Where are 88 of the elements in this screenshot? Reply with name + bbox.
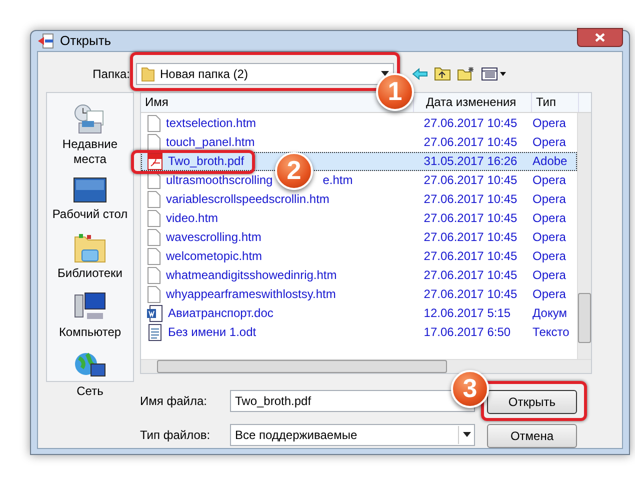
vertical-scrollbar[interactable] [577,112,591,358]
window-title: Открыть [60,32,112,50]
modified-date: 27.06.2017 10:45 [422,248,518,265]
document-icon [147,134,161,150]
column-header[interactable]: Имя [145,93,168,111]
text-document-icon [147,324,163,340]
file-type: Adobe [532,153,568,170]
file-type: Opera [532,191,567,208]
file-type-dropdown[interactable]: Все поддерживаемые [230,424,475,446]
file-name: variablescrollspeedscrollin.htm [166,191,330,208]
modified-date: 27.06.2017 10:45 [422,286,518,303]
file-row[interactable]: textselection.htm 27.06.2017 10:45 Opera [141,114,577,132]
document-icon [147,210,161,226]
file-name: e.htm [322,172,353,189]
place-item[interactable]: Сеть [76,384,104,398]
open-button[interactable]: Открыть [487,390,577,414]
file-name: touch_panel.htm [166,134,255,151]
file-row[interactable]: whyappearframeswithlostsy.htm 27.06.2017 10:45 Opera [141,284,577,304]
desktop-icon [72,176,107,204]
modified-date: 27.06.2017 10:45 [422,229,518,246]
libraries-icon [72,232,107,264]
file-type: Тексто [532,324,570,341]
file-name-label: Имя файла: [140,392,208,410]
file-row[interactable]: Авиатранспорт.doc 12.06.2017 5:15 Докум [141,304,577,322]
horizontal-scrollbar[interactable] [141,358,591,372]
file-name: wavescrolling.htm [166,229,262,246]
file-row[interactable]: welcometopic.htm 27.06.2017 10:45 Opera [141,246,577,266]
file-type: Opera [532,286,567,303]
modified-date: 27.06.2017 10:45 [422,191,518,208]
file-type: Opera [532,229,567,246]
file-type: Opera [532,172,567,189]
file-name: welcometopic.htm [166,248,262,265]
modified-date: 27.06.2017 10:45 [422,115,518,132]
place-item[interactable]: Компьютер [58,324,122,340]
document-icon [147,228,161,246]
file-row[interactable]: wavescrolling.htm 27.06.2017 10:45 Opera [141,228,577,246]
view-menu-icon[interactable] [481,66,507,80]
place-item[interactable]: Рабочий стол [52,206,128,222]
file-type: Opera [532,115,567,132]
place-item[interactable]: Библиотеки [57,266,122,280]
file-name: whatmeandigitsshowedinrig.htm [166,267,337,284]
document-icon [147,190,161,208]
modified-date: 31.05.2017 16:26 [422,153,518,170]
document-icon [147,286,161,302]
file-name: video.htm [166,210,218,227]
file-name: Без имени 1.odt [168,324,256,341]
cancel-button[interactable]: Отмена [487,424,577,448]
column-header[interactable]: Дата изменения [426,93,516,111]
column-header[interactable]: Тип [536,93,556,111]
file-type: Opera [532,134,567,151]
document-icon [147,266,161,284]
document-icon [147,248,161,264]
file-name: ultrasmoothscrolling [166,172,273,189]
file-name: Two_broth.pdf [168,153,244,170]
file-row[interactable]: whatmeandigitsshowedinrig.htm 27.06.2017 10:45 Opera [141,266,577,284]
dropdown-arrow-icon [458,426,474,444]
up-folder-icon[interactable] [434,66,451,81]
modified-date: 27.06.2017 10:45 [422,172,518,189]
folder-label: Папка: [92,66,130,82]
modified-date: 27.06.2017 10:45 [422,134,518,151]
back-arrow-icon[interactable] [412,68,428,80]
file-row[interactable]: variablescrollspeedscrollin.htm 27.06.2017 10:45 Opera [141,190,577,208]
close-icon [595,33,605,42]
dropdown-arrow-icon [381,71,389,76]
step-number-badge: 2 [275,152,313,190]
file-type-label: Тип файлов: [140,426,212,444]
modified-date: 27.06.2017 10:45 [422,210,518,227]
file-type: Opera [532,267,567,284]
place-item[interactable]: Недавние места [48,136,132,166]
open-document-icon [37,32,55,49]
file-name: textselection.htm [166,115,256,132]
file-type: Opera [532,248,567,265]
file-type: Докум [532,305,568,322]
modified-date: 17.06.2017 6:50 [422,324,512,341]
close-button[interactable] [577,28,623,48]
modified-date: 12.06.2017 5:15 [422,305,512,322]
pdf-icon [147,152,163,170]
file-row[interactable]: video.htm 27.06.2017 10:45 Opera [141,208,577,228]
modified-date: 27.06.2017 10:45 [422,267,518,284]
new-folder-icon[interactable] [457,66,475,81]
word-document-icon [147,304,163,322]
file-name: whyappearframeswithlostsy.htm [166,286,336,303]
document-icon [147,114,161,132]
folder-icon [141,66,155,82]
file-name: Авиатранспорт.doc [168,305,274,322]
file-row[interactable]: Без имени 1.odt 17.06.2017 6:50 Тексто [141,322,577,342]
file-type: Opera [532,210,567,227]
file-row[interactable]: touch_panel.htm 27.06.2017 10:45 Opera [141,132,577,152]
